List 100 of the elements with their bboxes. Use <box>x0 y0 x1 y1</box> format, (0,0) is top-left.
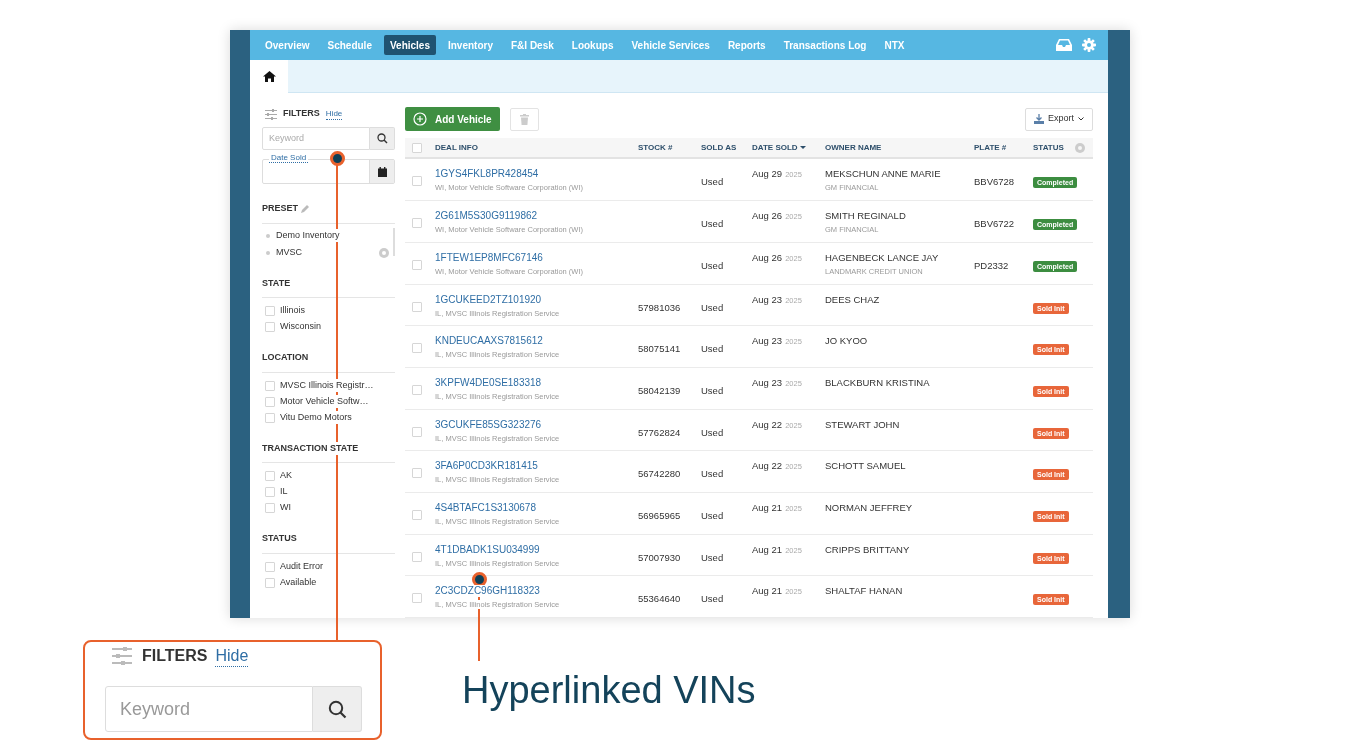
stock-number: 56965965 <box>638 509 681 521</box>
checkbox[interactable] <box>412 142 422 153</box>
keyword-field[interactable]: Keyword <box>262 127 370 150</box>
stock-number: 58075141 <box>638 343 681 355</box>
hide-link[interactable]: Hide <box>215 645 249 667</box>
checkbox[interactable] <box>412 176 422 187</box>
checkbox[interactable] <box>412 218 422 229</box>
checkbox[interactable] <box>412 426 422 437</box>
checkbox[interactable] <box>265 306 275 316</box>
trash-icon <box>519 113 529 125</box>
download-icon <box>1034 114 1044 124</box>
date-sold: Aug 22 <box>752 460 783 473</box>
checkbox[interactable] <box>265 503 275 513</box>
checkbox[interactable] <box>265 396 275 407</box>
date-sold: Aug 21 <box>752 501 783 514</box>
plate-number: BBV6728 <box>974 176 1015 188</box>
bullet-icon <box>266 250 270 255</box>
checkbox[interactable] <box>265 577 275 588</box>
inbox-icon[interactable] <box>1056 39 1072 51</box>
search-icon[interactable] <box>327 699 347 719</box>
date-sold: Aug 23 <box>752 376 783 389</box>
column-header[interactable]: SOLD AS <box>701 141 737 154</box>
sold-as-text: Used <box>701 593 724 605</box>
checkbox[interactable] <box>412 468 422 479</box>
date-sold: Aug 21 <box>752 585 783 598</box>
checkbox[interactable] <box>265 322 275 332</box>
checkbox[interactable] <box>412 259 422 270</box>
checkbox[interactable] <box>412 343 422 354</box>
checkbox[interactable] <box>412 551 422 562</box>
date-sold: Aug 23 <box>752 293 783 306</box>
plate-number: PD2332 <box>974 259 1009 271</box>
sold-as-text: Used <box>701 176 724 188</box>
pencil-icon[interactable] <box>301 204 309 213</box>
vin-link[interactable]: 4T1DBADK1SU034999 <box>435 543 540 556</box>
vin-link[interactable]: 1GCUKEED2TZ101920 <box>435 293 542 306</box>
sold-as-text: Used <box>701 509 724 521</box>
vin-link[interactable]: 2C3CDZC96GH118323 <box>435 585 540 598</box>
export-button[interactable]: Export <box>1025 107 1093 131</box>
delete-button[interactable] <box>509 107 539 131</box>
callout-caption: Hyperlinked VINs <box>462 668 756 713</box>
vin-link[interactable]: 3KPFW4DE0SE183318 <box>435 376 542 389</box>
sold-as-text: Used <box>701 384 724 396</box>
owner-name: MEKSCHUN ANNE MARIE <box>825 168 941 181</box>
owner-name: SHALTAF HANAN <box>825 585 903 598</box>
date-sold: Aug 26 <box>752 210 783 223</box>
filters-icon <box>112 647 132 665</box>
stock-number: 55364640 <box>638 593 681 605</box>
preset-item[interactable]: Demo Inventory <box>276 228 340 243</box>
scrollbar[interactable] <box>393 227 395 256</box>
column-header[interactable]: STOCK # <box>638 141 673 154</box>
date-sold: Aug 29 <box>752 168 783 181</box>
filter-option[interactable]: Motor Vehicle Softw… <box>280 394 369 409</box>
nav-tab[interactable]: Vehicles <box>383 35 436 55</box>
calendar-icon[interactable] <box>377 166 387 177</box>
checkbox[interactable] <box>265 380 275 391</box>
add-vehicle-button[interactable]: Add Vehicle <box>405 107 500 131</box>
checkbox[interactable] <box>412 384 422 395</box>
checkbox[interactable] <box>412 301 422 312</box>
date-sold: Aug 26 <box>752 251 783 264</box>
stock-number: 57007930 <box>638 551 681 563</box>
vin-link[interactable]: 4S4BTAFC1S3130678 <box>435 501 536 514</box>
checkbox[interactable] <box>265 471 275 481</box>
column-header[interactable]: STATUS <box>1033 141 1064 154</box>
plate-number: BBV6722 <box>974 218 1015 230</box>
owner-name: CRIPPS BRITTANY <box>825 543 910 556</box>
vin-link[interactable]: 3GCUKFE85SG323276 <box>435 418 542 431</box>
sold-as-text: Used <box>701 259 724 271</box>
owner-name: SCHOTT SAMUEL <box>825 460 906 473</box>
owner-name: STEWART JOHN <box>825 418 900 431</box>
checkbox[interactable] <box>265 487 275 497</box>
settings-icon[interactable] <box>1082 38 1096 52</box>
owner-name: BLACKBURN KRISTINA <box>825 376 930 389</box>
owner-name: NORMAN JEFFREY <box>825 501 913 514</box>
column-header[interactable]: OWNER NAME <box>825 141 882 154</box>
sold-as-text: Used <box>701 426 724 438</box>
keyword-field[interactable]: Keyword <box>105 686 313 732</box>
checkbox[interactable] <box>412 509 422 520</box>
stock-number: 57762824 <box>638 426 681 438</box>
sold-as-text: Used <box>701 343 724 355</box>
column-header[interactable]: DEAL INFO <box>435 141 478 154</box>
caret-icon <box>1078 117 1084 121</box>
stock-number: 56742280 <box>638 468 681 480</box>
filters-title: FILTERS <box>283 107 320 121</box>
search-icon[interactable] <box>376 133 388 144</box>
date-sold: Aug 23 <box>752 335 783 348</box>
hide-link[interactable]: Hide <box>325 108 343 120</box>
sort-caret-icon <box>799 146 806 150</box>
filter-option[interactable]: MVSC Illinois Registr… <box>280 378 374 393</box>
column-header[interactable]: DATE SOLD <box>752 141 798 154</box>
column-header[interactable]: PLATE # <box>974 141 1007 154</box>
owner-name: SMITH REGINALD <box>825 210 906 223</box>
sold-as-text: Used <box>701 301 724 313</box>
settings-icon[interactable] <box>1075 142 1085 153</box>
filter-option[interactable]: Vitu Demo Motors <box>280 410 352 425</box>
home-icon <box>262 71 276 82</box>
checkbox[interactable] <box>412 593 422 604</box>
sold-as-text: Used <box>701 551 724 563</box>
checkbox[interactable] <box>265 412 275 423</box>
checkbox[interactable] <box>265 561 275 572</box>
vin-link[interactable]: 1FTEW1EP8MFC67146 <box>435 251 543 264</box>
